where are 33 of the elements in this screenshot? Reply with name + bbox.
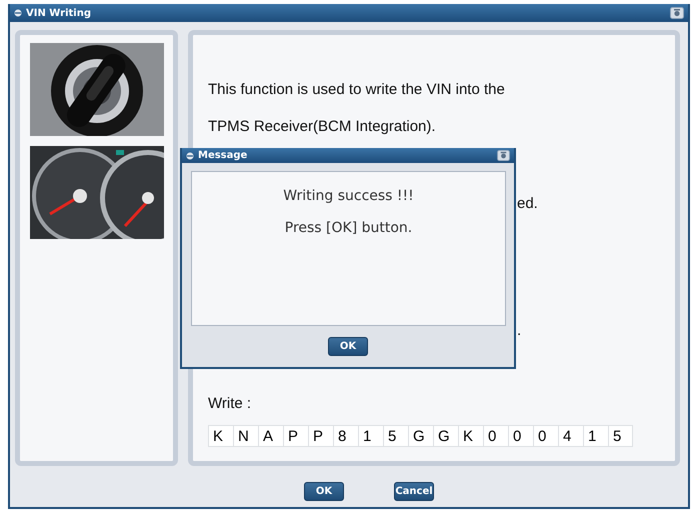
vin-character: 0 (533, 425, 558, 447)
vin-character: 1 (358, 425, 383, 447)
vin-character: N (233, 425, 258, 447)
vin-character: K (458, 425, 483, 447)
restore-icon[interactable] (670, 7, 684, 19)
ok-button[interactable]: OK (304, 482, 344, 501)
message-text: Press [OK] button. (284, 220, 412, 236)
vin-character: 5 (383, 425, 408, 447)
description-text: ed. (517, 195, 538, 213)
vin-character: A (258, 425, 283, 447)
vin-character: G (433, 425, 458, 447)
message-text: Writing success !!! (283, 188, 414, 204)
window-menu-icon (14, 9, 22, 17)
cancel-button[interactable]: Cancel (394, 482, 434, 501)
vin-character: K (208, 425, 233, 447)
window-menu-icon (186, 152, 194, 160)
vin-character: 1 (583, 425, 608, 447)
description-text: This function is used to write the VIN into the (208, 81, 506, 100)
ok-button[interactable]: OK (328, 337, 368, 356)
vin-character: 4 (558, 425, 583, 447)
vin-character: P (308, 425, 333, 447)
restore-icon[interactable] (497, 150, 510, 161)
window-title: VIN Writing (26, 8, 92, 18)
vin-character: 5 (608, 425, 633, 447)
description-text: . (517, 322, 522, 340)
description-text: TPMS Receiver(BCM Integration). (208, 118, 437, 137)
vin-character: 0 (508, 425, 533, 447)
dialog-title: Message (198, 150, 248, 161)
vin-character: P (283, 425, 308, 447)
vin-character: 0 (483, 425, 508, 447)
write-label: Write : (208, 395, 252, 413)
vin-character: G (408, 425, 433, 447)
vin-character: 8 (333, 425, 358, 447)
